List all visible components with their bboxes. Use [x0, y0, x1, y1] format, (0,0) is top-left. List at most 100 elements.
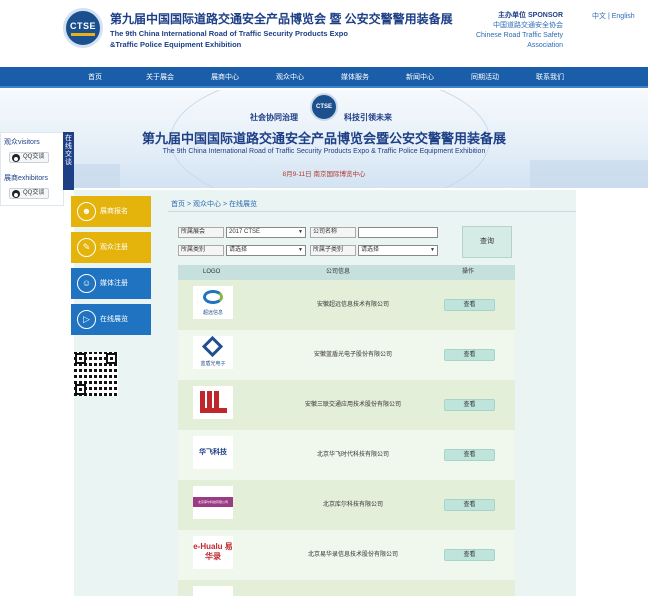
language-switch: 中文 | English — [592, 11, 635, 21]
subcategory-select[interactable]: 请选择 ▼ — [358, 245, 438, 256]
banner-logo: CTSE — [310, 93, 338, 121]
company-label: 公司名称 — [310, 227, 356, 238]
view-button[interactable]: 查看 — [444, 449, 495, 461]
banner-title-en: The 9th China International Road of Traf… — [162, 148, 486, 155]
hero-banner: CTSE 社会协同治理 科技引领未来 第九届中国国际道路交通安全产品博览会暨公安… — [0, 90, 648, 188]
table-row: 超远信息 安徽超远信息技术有限公司 查看 — [178, 280, 515, 330]
table-row: 安徽三联交通应用技术股份有限公司 查看 — [178, 380, 515, 430]
category-label: 所属类别 — [178, 245, 224, 256]
logo-stripe — [71, 32, 95, 36]
subcategory-label: 所属子类别 — [310, 245, 356, 256]
view-button[interactable]: 查看 — [444, 299, 495, 311]
col-logo: LOGO — [203, 269, 221, 275]
table-row: e-Hualu 易华录 北京易华录信息技术股份有限公司 查看 — [178, 530, 515, 580]
expo-select-value: 2017 CTSE — [229, 229, 261, 235]
nav-item-media[interactable]: 媒体服务 — [325, 67, 385, 88]
qq-chat-panel: 观众visitors QQ交谈 展商exhibitors QQ交谈 — [0, 132, 64, 206]
pencil-icon: ✎ — [77, 238, 96, 257]
view-button[interactable]: 查看 — [444, 349, 495, 361]
logo-text: CTSE — [69, 20, 96, 31]
breadcrumb-home[interactable]: 首页 — [171, 201, 185, 208]
ctse-logo[interactable]: CTSE — [63, 8, 103, 48]
sidebar-online-exhibition[interactable]: ▷ 在线展览 — [71, 304, 151, 335]
company-name: 北京易华录信息技术股份有限公司 — [307, 552, 398, 558]
sponsor-name-en-1: Chinese Road Traffic Safety — [475, 32, 563, 39]
site-title-cn: 第九届中国国际道路交通安全产品博览会 暨 公安交警警用装备展 — [110, 12, 453, 26]
user-icon: ☻ — [77, 202, 96, 221]
table-row: 蓝盾光电子 安徽蓝盾光电子股份有限公司 查看 — [178, 330, 515, 380]
company-logo: 华飞科技 — [193, 436, 233, 469]
site-title-en-1: The 9th China International Road of Traf… — [110, 29, 348, 38]
view-button[interactable]: 查看 — [444, 399, 495, 411]
banner-date: 8月9-11日 南京国际博览中心 — [282, 171, 366, 178]
nav-item-exhibitors[interactable]: 展商中心 — [195, 67, 255, 88]
person-badge-icon: ☺ — [77, 274, 96, 293]
sidebar-visitor-register[interactable]: ✎ 观众注册 — [71, 232, 151, 263]
sidebar-media-register[interactable]: ☺ 媒体注册 — [71, 268, 151, 299]
sidebar-item-label: 媒体注册 — [100, 280, 128, 287]
company-name: 安徽蓝盾光电子股份有限公司 — [313, 352, 392, 358]
online-chat-tab[interactable]: 在线交谈 — [63, 132, 74, 190]
category-select-value: 请选择 — [229, 247, 248, 253]
company-logo: e-Hualu 易华录 — [193, 536, 233, 569]
view-button[interactable]: 查看 — [444, 499, 495, 511]
company-input[interactable] — [358, 227, 438, 238]
table-row — [178, 580, 515, 596]
qq-penguin-icon — [12, 190, 20, 198]
nav-item-visitors[interactable]: 观众中心 — [260, 67, 320, 88]
qq-button-label: QQ交谈 — [23, 190, 45, 196]
company-name: 北京库尔科技有限公司 — [322, 502, 383, 508]
breadcrumb-divider — [168, 211, 576, 212]
table-header: LOGO 公司信息 操作 — [178, 265, 515, 280]
qq-penguin-icon — [12, 154, 20, 162]
company-logo: 超远信息 — [193, 286, 233, 319]
dropdown-arrow-icon: ▼ — [298, 247, 303, 253]
qq-button-label: QQ交谈 — [23, 154, 45, 160]
nav-item-news[interactable]: 新闻中心 — [390, 67, 450, 88]
visitors-qq-button[interactable]: QQ交谈 — [9, 152, 49, 163]
site-header: CTSE 第九届中国国际道路交通安全产品博览会 暨 公安交警警用装备展 The … — [0, 0, 648, 67]
lang-cn-link[interactable]: 中文 — [592, 13, 606, 20]
breadcrumb-sep: > — [186, 201, 192, 208]
nav-item-home[interactable]: 首页 — [65, 67, 125, 88]
nav-item-contact[interactable]: 联系我们 — [520, 67, 580, 88]
nav-item-events[interactable]: 同期活动 — [455, 67, 515, 88]
subcategory-select-value: 请选择 — [361, 247, 380, 253]
category-select[interactable]: 请选择 ▼ — [226, 245, 306, 256]
expo-select[interactable]: 2017 CTSE ▼ — [226, 227, 306, 238]
expo-label: 所属展会 — [178, 227, 224, 238]
sidebar-item-label: 在线展览 — [100, 316, 128, 323]
lang-en-link[interactable]: English — [612, 13, 635, 20]
company-name: 安徽超远信息技术有限公司 — [316, 302, 389, 308]
company-name: 北京华飞时代科技有限公司 — [316, 452, 389, 458]
lang-separator: | — [607, 13, 610, 20]
breadcrumb-current: 在线展览 — [229, 201, 257, 208]
breadcrumb: 首页 > 观众中心 > 在线展览 — [171, 199, 257, 209]
sponsor-name-en-2: Association — [527, 42, 563, 49]
company-name: 安徽三联交通应用技术股份有限公司 — [304, 402, 401, 408]
company-logo — [193, 386, 233, 419]
company-logo — [193, 586, 233, 596]
slogan-left: 社会协同治理 — [250, 113, 298, 122]
site-title-en-2: &Traffic Police Equipment Exhibition — [110, 40, 242, 49]
sponsor-label: 主办单位 SPONSOR — [498, 12, 563, 19]
slogan-right: 科技引领未来 — [344, 113, 392, 122]
col-company: 公司信息 — [326, 269, 351, 275]
company-logo: 蓝盾光电子 — [193, 335, 233, 369]
breadcrumb-section[interactable]: 观众中心 — [193, 201, 221, 208]
exhibitors-qq-button[interactable]: QQ交谈 — [9, 188, 49, 199]
breadcrumb-sep: > — [222, 201, 228, 208]
view-button[interactable]: 查看 — [444, 549, 495, 561]
query-button[interactable]: 查询 — [462, 226, 512, 258]
nav-item-about[interactable]: 关于展会 — [130, 67, 190, 88]
dropdown-arrow-icon: ▼ — [430, 247, 435, 253]
table-row: 北京库尔科技有限公司 北京库尔科技有限公司 查看 — [178, 480, 515, 530]
sidebar-exhibitor-signup[interactable]: ☻ 展商报名 — [71, 196, 151, 227]
sidebar-item-label: 展商报名 — [100, 208, 128, 215]
table-row: 华飞科技 北京华飞时代科技有限公司 查看 — [178, 430, 515, 480]
visitors-chat-label: 观众visitors — [4, 139, 40, 146]
main-nav: 首页 关于展会 展商中心 观众中心 媒体服务 新闻中心 同期活动 联系我们 — [0, 67, 648, 88]
exhibitors-chat-label: 展商exhibitors — [4, 175, 48, 182]
sidebar-item-label: 观众注册 — [100, 244, 128, 251]
sponsor-block: 主办单位 SPONSOR 中国道路交通安全协会 Chinese Road Tra… — [470, 11, 563, 51]
